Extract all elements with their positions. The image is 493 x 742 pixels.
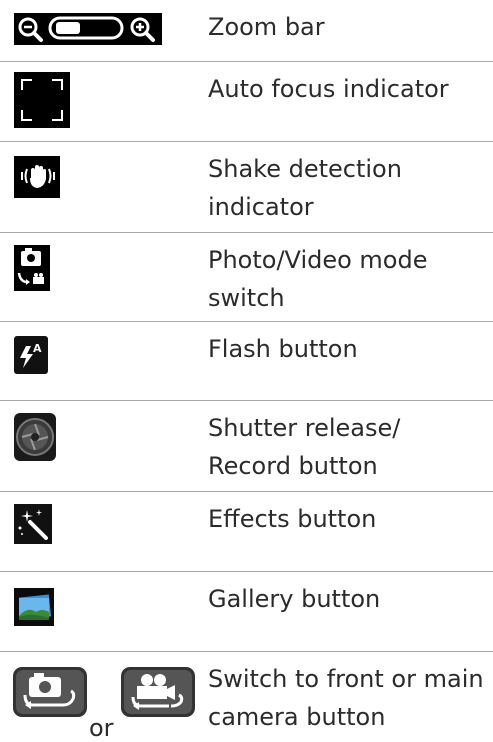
table-row-zoom-bar: Zoom bar [0,0,493,62]
zoom-bar-icon [14,13,162,45]
icon-cell [0,401,205,491]
gallery-landscape-icon [14,588,54,626]
magic-wand-icon [14,504,52,544]
row-label: Switch to front or main camera button [208,665,484,731]
row-label: Photo/Video mode switch [208,246,428,312]
row-label: Gallery button [208,585,381,613]
icon-cell: or [0,652,205,740]
table-row-flash: A Flash button [0,322,493,401]
icon-cell [0,142,205,232]
table-row-shutter: Shutter release/ Record button [0,401,493,492]
flash-auto-icon: A [14,336,48,374]
icon-cell: A [0,322,205,400]
icon-cell [0,62,205,141]
table-row-photo-video-switch: Photo/Video mode switch [0,233,493,322]
camera-switch-icon [13,667,87,717]
svg-text:A: A [33,342,42,355]
icon-cell [0,492,205,571]
shake-hand-icon [14,156,60,198]
icon-cell [0,233,205,321]
table-row-gallery: Gallery button [0,572,493,652]
row-label: Flash button [208,335,358,363]
table-row-shake-detection: Shake detection indicator [0,142,493,233]
icon-cell [0,0,205,61]
video-camera-switch-icon [121,667,195,717]
camera-controls-table: Zoom bar Auto focus indicator Shake dete… [0,0,493,740]
table-row-switch-camera: or Switch to front or main camera button [0,652,493,740]
row-label: Shutter release/ Record button [208,414,401,480]
table-row-effects: Effects button [0,492,493,572]
autofocus-frame-icon [14,72,70,128]
icon-cell [0,572,205,651]
camera-video-switch-icon [14,245,50,291]
row-label: Auto focus indicator [208,75,449,103]
or-separator: or [89,714,114,742]
row-label: Shake detection indicator [208,155,402,221]
table-row-auto-focus: Auto focus indicator [0,62,493,142]
row-label: Zoom bar [208,13,325,41]
row-label: Effects button [208,505,377,533]
shutter-aperture-icon [14,413,56,461]
